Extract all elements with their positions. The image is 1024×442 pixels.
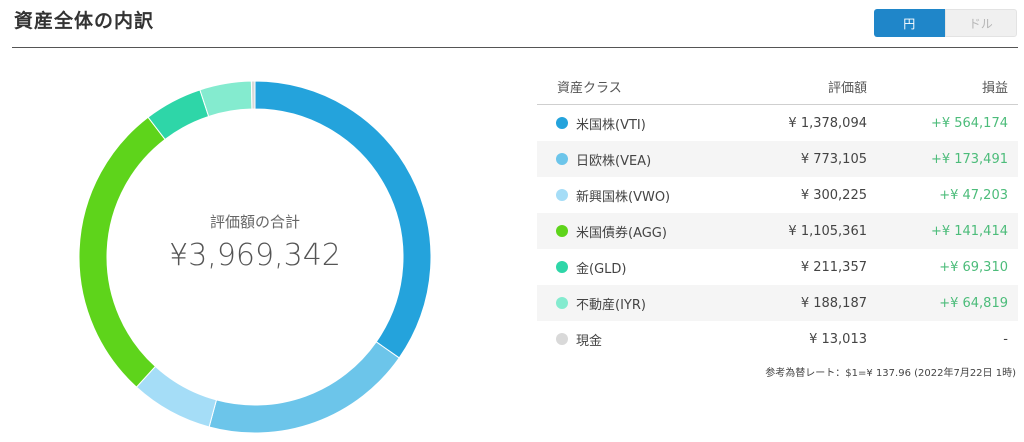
legend-dot-icon <box>556 297 568 309</box>
asset-class-cell: 新興国株(VWO) <box>537 186 727 205</box>
currency-yen-button[interactable]: 円 <box>874 9 945 37</box>
column-header-pl: 損益 <box>981 80 1008 96</box>
asset-class-name: 日欧株(VEA) <box>576 153 652 169</box>
donut-segment-5 <box>199 80 253 118</box>
asset-donut-chart: 評価額の合計 ¥3,969,342 <box>74 76 436 438</box>
asset-class-cell: 金(GLD) <box>537 258 727 277</box>
pl-cell: - <box>1003 331 1008 347</box>
donut-segment-2 <box>135 365 218 428</box>
value-cell: ¥ 188,187 <box>800 295 867 311</box>
table-row: 金(GLD) ¥ 211,357 +¥ 69,310 <box>537 249 1018 285</box>
pl-cell: +¥ 173,491 <box>930 151 1008 167</box>
currency-toggle[interactable]: 円 ドル <box>874 9 1017 37</box>
pl-cell: +¥ 564,174 <box>930 115 1008 131</box>
table-header: 資産クラス 評価額 損益 <box>537 68 1018 105</box>
asset-class-cell: 現金 <box>537 330 727 349</box>
exchange-rate-note: 参考為替レート：$1=¥ 137.96 (2022年7月22日 1時) <box>765 368 1016 379</box>
value-cell: ¥ 1,378,094 <box>788 115 867 131</box>
asset-class-name: 不動産(IYR) <box>576 297 646 313</box>
pl-cell: +¥ 47,203 <box>939 187 1008 203</box>
legend-dot-icon <box>556 333 568 345</box>
value-cell: ¥ 300,225 <box>800 187 867 203</box>
asset-class-cell: 不動産(IYR) <box>537 294 727 313</box>
pl-cell: +¥ 69,310 <box>939 259 1008 275</box>
donut-segment-3 <box>78 116 166 388</box>
donut-segment-1 <box>208 341 400 434</box>
asset-class-name: 米国債券(AGG) <box>576 225 667 241</box>
donut-segment-0 <box>254 80 432 359</box>
table-row: 米国債券(AGG) ¥ 1,105,361 +¥ 141,414 <box>537 213 1018 249</box>
asset-class-cell: 日欧株(VEA) <box>537 150 727 169</box>
value-cell: ¥ 13,013 <box>809 331 867 347</box>
asset-class-name: 現金 <box>576 333 603 349</box>
donut-svg <box>78 80 432 434</box>
asset-class-cell: 米国株(VTI) <box>537 114 727 133</box>
legend-dot-icon <box>556 117 568 129</box>
column-header-asset-class: 資産クラス <box>557 80 622 96</box>
table-row: 不動産(IYR) ¥ 188,187 +¥ 64,819 <box>537 285 1018 321</box>
pl-cell: +¥ 141,414 <box>930 223 1008 239</box>
table-row: 現金 ¥ 13,013 - <box>537 321 1018 357</box>
legend-dot-icon <box>556 153 568 165</box>
value-cell: ¥ 1,105,361 <box>788 223 867 239</box>
legend-dot-icon <box>556 225 568 237</box>
title-divider <box>12 47 1018 48</box>
legend-dot-icon <box>556 189 568 201</box>
table-row: 日欧株(VEA) ¥ 773,105 +¥ 173,491 <box>537 141 1018 177</box>
column-header-value: 評価額 <box>827 80 867 96</box>
table-row: 米国株(VTI) ¥ 1,378,094 +¥ 564,174 <box>537 105 1018 141</box>
asset-class-name: 新興国株(VWO) <box>576 189 671 205</box>
asset-class-cell: 米国債券(AGG) <box>537 222 727 241</box>
legend-dot-icon <box>556 261 568 273</box>
asset-class-name: 金(GLD) <box>576 261 627 277</box>
asset-breakdown-table: 資産クラス 評価額 損益 米国株(VTI) ¥ 1,378,094 +¥ 564,1… <box>537 68 1018 357</box>
value-cell: ¥ 211,357 <box>800 259 867 275</box>
asset-class-name: 米国株(VTI) <box>576 117 646 133</box>
donut-segment-6 <box>250 80 256 110</box>
page-title: 資産全体の内訳 <box>14 10 155 32</box>
table-row: 新興国株(VWO) ¥ 300,225 +¥ 47,203 <box>537 177 1018 213</box>
currency-dollar-button[interactable]: ドル <box>944 9 1017 37</box>
pl-cell: +¥ 64,819 <box>939 295 1008 311</box>
value-cell: ¥ 773,105 <box>800 151 867 167</box>
